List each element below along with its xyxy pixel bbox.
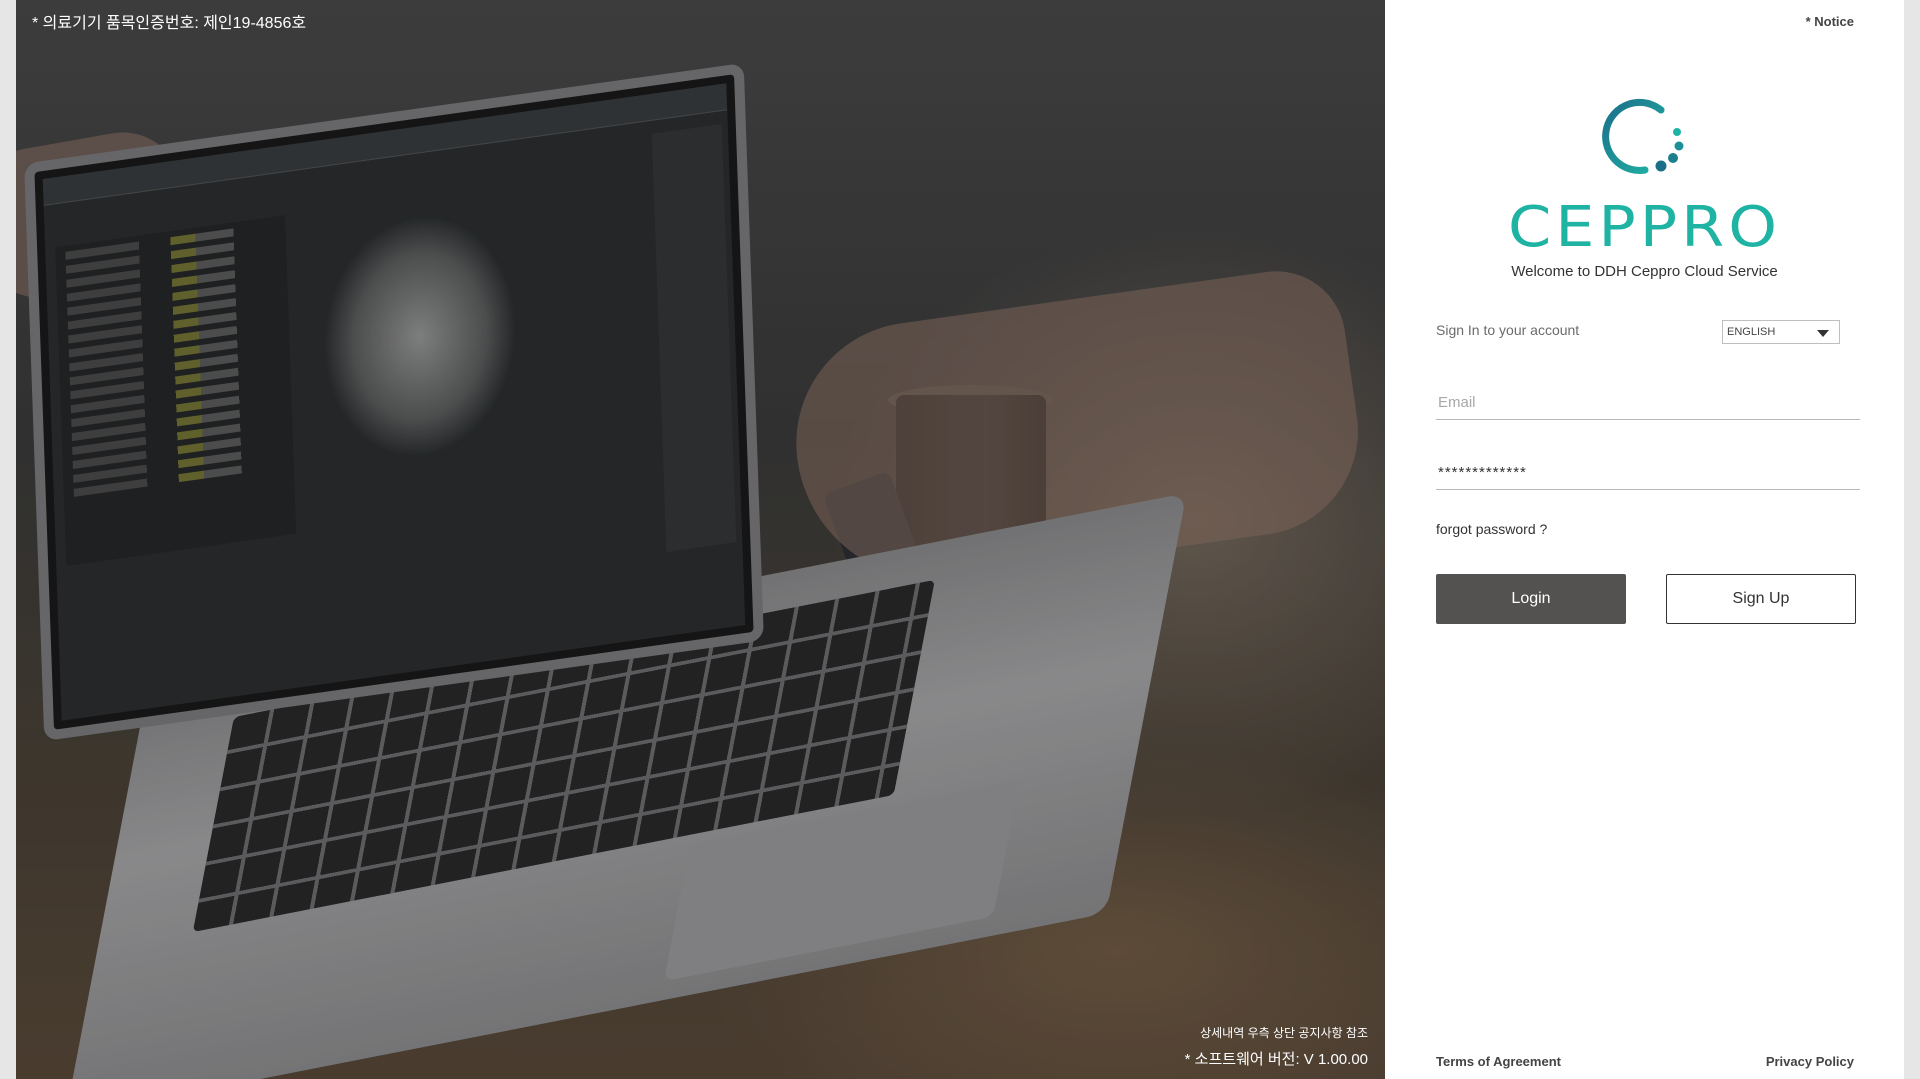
login-button[interactable]: Login (1436, 574, 1626, 624)
language-selected-value: ENGLISH (1727, 326, 1776, 338)
notice-link[interactable]: * Notice (1806, 14, 1854, 29)
ceppro-circle-logo-icon (1602, 98, 1684, 174)
privacy-policy-link[interactable]: Privacy Policy (1766, 1054, 1854, 1069)
hero-dark-overlay (16, 0, 1385, 1079)
terms-of-agreement-link[interactable]: Terms of Agreement (1436, 1054, 1561, 1069)
welcome-text: Welcome to DDH Ceppro Cloud Service (1511, 263, 1778, 280)
hero-background-photo: * 의료기기 품목인증번호: 제인19-4856호 상세내역 우측 상단 공지사… (16, 0, 1385, 1079)
brand-wordmark: CEPPRO (1507, 193, 1782, 260)
certification-number-text: * 의료기기 품목인증번호: 제인19-4856호 (32, 15, 307, 32)
signup-button[interactable]: Sign Up (1666, 574, 1856, 624)
chevron-down-icon (1817, 330, 1829, 337)
login-panel: * Notice CEPPRO Welcome to DDH Ceppro Cl… (1385, 0, 1904, 1079)
login-page: * 의료기기 품목인증번호: 제인19-4856호 상세내역 우측 상단 공지사… (16, 0, 1904, 1079)
language-select[interactable]: ENGLISH (1722, 320, 1840, 344)
password-input[interactable] (1436, 455, 1860, 490)
software-version-text: * 소프트웨어 버전: V 1.00.00 (1184, 1051, 1368, 1068)
forgot-password-link[interactable]: forgot password ? (1436, 521, 1547, 537)
signin-label: Sign In to your account (1436, 322, 1580, 338)
email-input[interactable] (1436, 385, 1860, 420)
version-info: 상세내역 우측 상단 공지사항 참조 * 소프트웨어 버전: V 1.00.00 (1185, 1024, 1368, 1069)
detail-note-text: 상세내역 우측 상단 공지사항 참조 (1200, 1026, 1368, 1040)
